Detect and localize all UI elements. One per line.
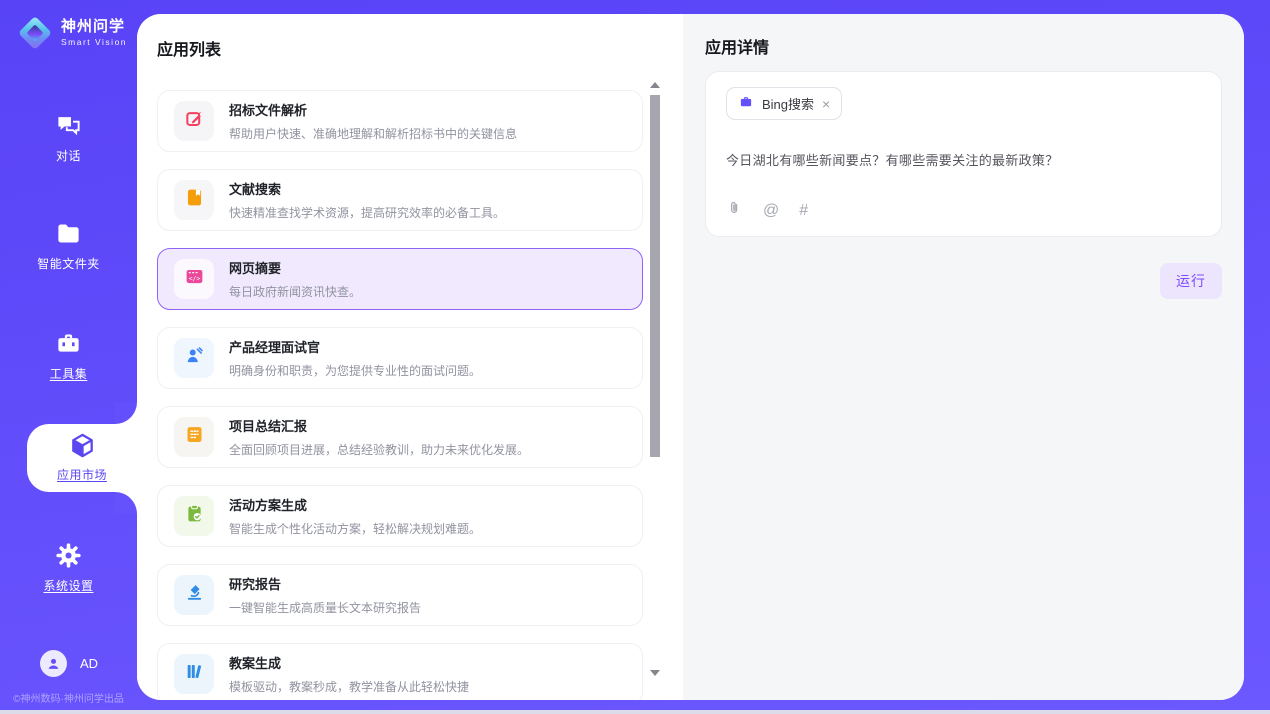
- app-list-panel: 应用列表 招标文件解析帮助用户快速、准确地理解和解析招标书中的关键信息 文献搜索…: [137, 14, 683, 700]
- sidebar-item-label: 工具集: [0, 365, 137, 382]
- chat-icon: [0, 112, 137, 140]
- app-cards: 招标文件解析帮助用户快速、准确地理解和解析招标书中的关键信息 文献搜索快速精准查…: [157, 90, 643, 700]
- app-desc: 明确身份和职责，为您提供专业性的面试问题。: [229, 362, 481, 379]
- sidebar-item-smart-folder[interactable]: 智能文件夹: [0, 220, 137, 272]
- sidebar-item-chat[interactable]: 对话: [0, 112, 137, 164]
- app-title: 活动方案生成: [229, 495, 481, 514]
- bottom-edge-strip: [0, 710, 1270, 714]
- sidebar-item-label: 应用市场: [27, 466, 137, 483]
- main-container: 应用列表 招标文件解析帮助用户快速、准确地理解和解析招标书中的关键信息 文献搜索…: [137, 14, 1244, 700]
- toolbox-icon: [0, 330, 137, 358]
- cube-icon: [27, 431, 137, 459]
- brand-diamond-icon: [18, 16, 52, 50]
- app-list-scrollbar: [649, 82, 661, 676]
- composer-toolbar: @ #: [726, 200, 808, 222]
- app-logo: 神州问学 Smart Vision: [18, 16, 127, 50]
- app-card-project-summary[interactable]: 项目总结汇报全面回顾项目进展，总结经验教训，助力未来优化发展。: [157, 406, 643, 468]
- app-card-lesson-plan[interactable]: 教案生成模板驱动，教案秒成，教学准备从此轻松快捷: [157, 643, 643, 700]
- attachment-icon[interactable]: [726, 200, 743, 222]
- avatar: [40, 650, 67, 677]
- folder-icon: [0, 220, 137, 248]
- brand-name: 神州问学: [61, 19, 127, 36]
- clipboard-check-icon: [174, 496, 214, 536]
- user-name: AD: [80, 656, 98, 671]
- copyright-footer: ©神州数码·神州问学出品: [0, 690, 137, 705]
- app-card-activity-plan[interactable]: 活动方案生成智能生成个性化活动方案，轻松解决规划难题。: [157, 485, 643, 547]
- sidebar-item-label: 对话: [0, 147, 137, 164]
- microscope-icon: [174, 575, 214, 615]
- sidebar-item-toolset[interactable]: 工具集: [0, 330, 137, 382]
- sidebar: 神州问学 Smart Vision 对话 智能文件夹 工具集 应用市场 系统设: [0, 0, 137, 714]
- brand-subtitle: Smart Vision: [61, 38, 127, 47]
- app-card-pm-interviewer[interactable]: 产品经理面试官明确身份和职责，为您提供专业性的面试问题。: [157, 327, 643, 389]
- tool-tag-bing-search[interactable]: Bing搜索 ×: [726, 87, 842, 120]
- webpage-icon: </>: [174, 259, 214, 299]
- app-card-bid-parse[interactable]: 招标文件解析帮助用户快速、准确地理解和解析招标书中的关键信息: [157, 90, 643, 152]
- app-card-literature-search[interactable]: 文献搜索快速精准查找学术资源，提高研究效率的必备工具。: [157, 169, 643, 231]
- scrollbar-thumb[interactable]: [650, 95, 660, 457]
- tab-curve-bottom: [115, 492, 137, 514]
- app-desc: 每日政府新闻资讯快查。: [229, 283, 361, 300]
- app-title: 研究报告: [229, 574, 421, 593]
- sidebar-item-app-market[interactable]: 应用市场: [27, 424, 137, 492]
- books-icon: [174, 654, 214, 694]
- sidebar-item-label: 智能文件夹: [0, 255, 137, 272]
- app-desc: 一键智能生成高质量长文本研究报告: [229, 599, 421, 616]
- app-card-research-report[interactable]: 研究报告一键智能生成高质量长文本研究报告: [157, 564, 643, 626]
- app-title: 项目总结汇报: [229, 416, 529, 435]
- tab-curve-top: [115, 402, 137, 424]
- app-desc: 模板驱动，教案秒成，教学准备从此轻松快捷: [229, 678, 469, 695]
- app-title: 网页摘要: [229, 258, 361, 277]
- book-icon: [174, 180, 214, 220]
- sidebar-item-label: 系统设置: [0, 577, 137, 594]
- app-desc: 快速精准查找学术资源，提高研究效率的必备工具。: [229, 204, 505, 221]
- app-detail-title: 应用详情: [705, 34, 1222, 58]
- app-desc: 帮助用户快速、准确地理解和解析招标书中的关键信息: [229, 125, 517, 142]
- hashtag-icon[interactable]: #: [799, 202, 808, 220]
- gear-icon: [0, 542, 137, 570]
- scroll-down-icon[interactable]: [650, 670, 660, 676]
- mention-icon[interactable]: @: [763, 202, 779, 220]
- prompt-text[interactable]: 今日湖北有哪些新闻要点？有哪些需要关注的最新政策？: [726, 150, 1201, 169]
- app-list-title: 应用列表: [157, 36, 683, 60]
- report-note-icon: [174, 417, 214, 457]
- app-desc: 全面回顾项目进展，总结经验教训，助力未来优化发展。: [229, 441, 529, 458]
- interviewer-icon: [174, 338, 214, 378]
- app-title: 产品经理面试官: [229, 337, 481, 356]
- scroll-up-icon[interactable]: [650, 82, 660, 88]
- app-detail-panel: 应用详情 Bing搜索 × 今日湖北有哪些新闻要点？有哪些需要关注的最新政策？ …: [683, 14, 1244, 700]
- app-desc: 智能生成个性化活动方案，轻松解决规划难题。: [229, 520, 481, 537]
- svg-text:</>: </>: [188, 274, 200, 282]
- user-account[interactable]: AD: [40, 650, 98, 677]
- app-title: 文献搜索: [229, 179, 505, 198]
- app-card-web-summary[interactable]: </> 网页摘要每日政府新闻资讯快查。: [157, 248, 643, 310]
- app-title: 教案生成: [229, 653, 469, 672]
- sidebar-item-settings[interactable]: 系统设置: [0, 542, 137, 594]
- app-title: 招标文件解析: [229, 100, 517, 119]
- briefcase-icon: [738, 94, 754, 113]
- edit-document-icon: [174, 101, 214, 141]
- prompt-card: Bing搜索 × 今日湖北有哪些新闻要点？有哪些需要关注的最新政策？ @ #: [705, 71, 1222, 237]
- close-icon[interactable]: ×: [822, 97, 830, 111]
- run-button[interactable]: 运行: [1160, 263, 1222, 299]
- tool-tag-label: Bing搜索: [762, 94, 814, 113]
